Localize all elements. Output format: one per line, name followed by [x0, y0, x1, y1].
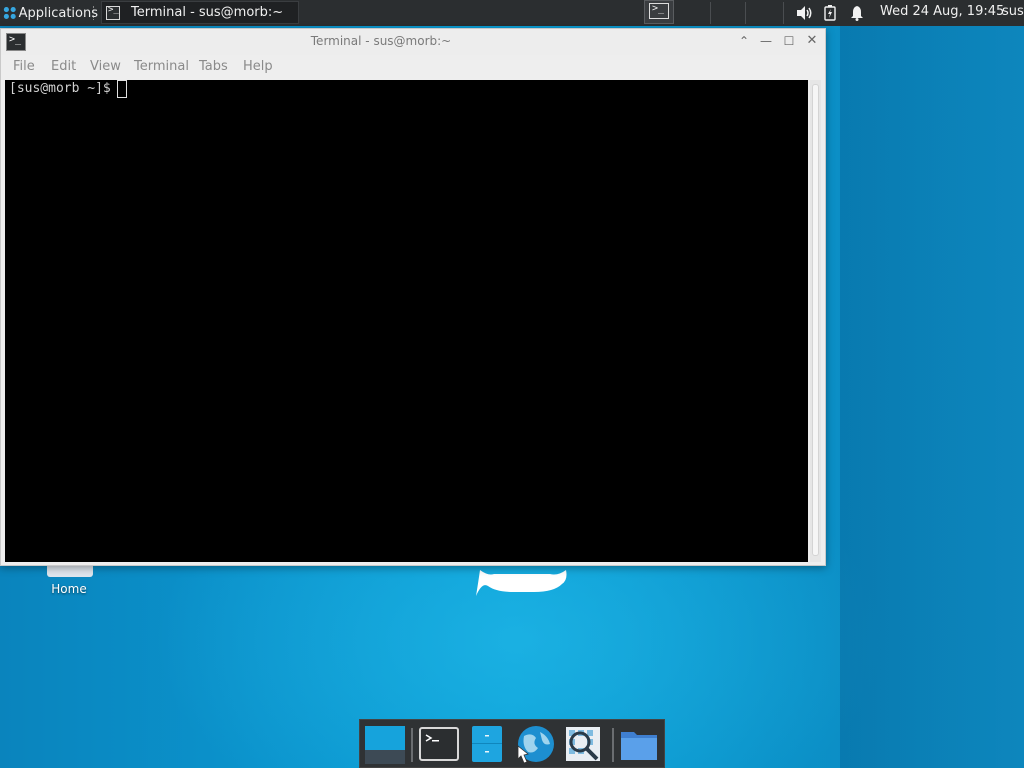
app-finder-icon[interactable]: [562, 724, 604, 764]
show-desktop-icon[interactable]: [363, 724, 405, 764]
text-cursor: [116, 80, 127, 98]
applications-menu-button[interactable]: Applications: [0, 0, 98, 26]
dock-separator: [411, 728, 413, 762]
user-menu[interactable]: sus: [1002, 4, 1024, 19]
window-titlebar[interactable]: >_ Terminal - sus@morb:~ ⌃ — ☐ ✕: [1, 29, 825, 55]
home-folder-icon[interactable]: [618, 724, 660, 764]
bell-icon[interactable]: [850, 5, 864, 21]
terminal-window: >_ Terminal - sus@morb:~ ⌃ — ☐ ✕ File Ed…: [0, 28, 826, 566]
menu-terminal[interactable]: Terminal: [134, 59, 189, 74]
terminal-icon: >_: [106, 5, 120, 20]
dock-separator: [612, 728, 614, 762]
applications-label: Applications: [18, 5, 98, 21]
menu-file[interactable]: File: [13, 59, 35, 74]
panel-separator: [745, 2, 746, 24]
volume-icon[interactable]: [796, 5, 814, 21]
xfce-mouse-logo: [476, 570, 567, 596]
battery-icon[interactable]: [824, 5, 836, 21]
shell-prompt: [sus@morb ~]$: [9, 81, 111, 96]
workspace-switcher-icon[interactable]: >_: [644, 0, 674, 24]
top-panel: Applications >_ Terminal - sus@morb:~ >_…: [0, 0, 1024, 26]
panel-separator: [710, 2, 711, 24]
taskbar-terminal-button[interactable]: >_ Terminal - sus@morb:~: [101, 1, 299, 24]
web-browser-icon[interactable]: [514, 724, 556, 764]
menubar: File Edit View Terminal Tabs Help: [1, 56, 825, 78]
menu-edit[interactable]: Edit: [51, 59, 76, 74]
home-icon-label[interactable]: Home: [46, 582, 92, 596]
terminal-icon[interactable]: [418, 724, 460, 764]
file-manager-icon[interactable]: [466, 724, 508, 764]
shade-button[interactable]: ⌃: [737, 34, 751, 48]
maximize-button[interactable]: ☐: [782, 34, 796, 48]
menu-help[interactable]: Help: [243, 59, 273, 74]
xfce-apps-icon: [3, 7, 16, 19]
menu-view[interactable]: View: [90, 59, 121, 74]
terminal-prompt-line: [sus@morb ~]$: [9, 80, 127, 98]
scrollbar-thumb[interactable]: [812, 84, 819, 556]
window-title: Terminal - sus@morb:~: [310, 34, 452, 48]
taskbar-terminal-label: Terminal - sus@morb:~: [131, 5, 284, 20]
terminal-scrollbar[interactable]: [810, 80, 821, 562]
menu-tabs[interactable]: Tabs: [199, 59, 228, 74]
dock: [359, 719, 665, 768]
clock[interactable]: Wed 24 Aug, 19:45: [880, 4, 1004, 19]
panel-separator: [93, 6, 97, 20]
panel-separator: [783, 2, 784, 24]
minimize-button[interactable]: —: [759, 34, 773, 48]
close-button[interactable]: ✕: [805, 34, 819, 48]
terminal-output[interactable]: [sus@morb ~]$: [5, 80, 808, 562]
